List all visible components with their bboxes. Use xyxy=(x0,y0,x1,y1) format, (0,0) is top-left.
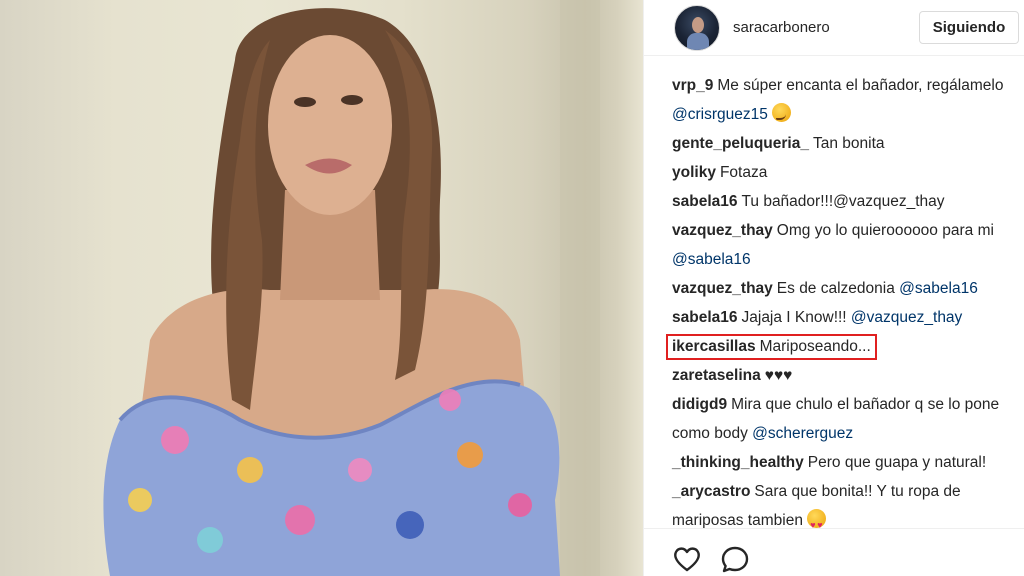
comment-user[interactable]: didigd9 xyxy=(672,396,727,413)
comment: yoliky Fotaza xyxy=(672,158,1017,187)
heart-outline-icon[interactable] xyxy=(672,544,702,574)
comment: sabela16 Tu bañador!!!@vazquez_thay xyxy=(672,187,1017,216)
comment-user[interactable]: _thinking_healthy xyxy=(672,454,804,471)
comment-text: Tan bonita xyxy=(812,135,885,152)
comment-user[interactable]: zaretaselina xyxy=(672,367,761,384)
comment: zaretaselina ♥♥♥ xyxy=(672,361,1017,390)
following-button[interactable]: Siguiendo xyxy=(919,11,1019,44)
comment: vazquez_thay Es de calzedonia @sabela16 xyxy=(672,274,1017,303)
smirk-emoji-icon xyxy=(772,103,792,122)
comment-text: Fotaza xyxy=(719,164,768,181)
comment-user[interactable]: vazquez_thay xyxy=(672,222,773,239)
username[interactable]: saracarbonero xyxy=(733,19,830,36)
action-bar xyxy=(644,528,1024,576)
comment-text: Me súper encanta el bañador, regálamelo xyxy=(717,77,1004,94)
comment-highlighted: ikercasillas Mariposeando... xyxy=(666,332,1017,361)
comment-user[interactable]: gente_peluqueria_ xyxy=(672,135,809,152)
comment-mention[interactable]: @crisrguez15 xyxy=(672,106,768,123)
comment: vazquez_thay Omg yo lo quieroooooo para m… xyxy=(672,216,1017,274)
comment-user[interactable]: vrp_9 xyxy=(672,77,713,94)
comment-user[interactable]: _arycastro xyxy=(672,483,750,500)
comment-mention[interactable]: @sabela16 xyxy=(672,251,751,268)
comment-user[interactable]: ikercasillas xyxy=(672,338,756,355)
comment-list: vrp_9 Me súper encanta el bañador, regála… xyxy=(666,71,1017,540)
highlight-box: ikercasillas Mariposeando... xyxy=(666,334,877,360)
comment-user[interactable]: yoliky xyxy=(672,164,716,181)
comment-text: Omg yo lo quieroooooo para mi xyxy=(776,222,994,239)
comment-mention[interactable]: @vazquez_thay xyxy=(851,309,962,326)
comment-user[interactable]: vazquez_thay xyxy=(672,280,773,297)
comment-text: Pero que guapa y natural! xyxy=(807,454,987,471)
heart-eyes-emoji-icon xyxy=(807,509,827,540)
comment-text: Mariposeando... xyxy=(759,338,871,355)
comment-user[interactable]: sabela16 xyxy=(672,309,738,326)
comment-user[interactable]: sabela16 xyxy=(672,193,738,210)
speech-bubble-icon[interactable] xyxy=(720,544,750,574)
comment: didigd9 Mira que chulo el bañador q se lo… xyxy=(672,390,1017,448)
comments-panel: saracarbonero Siguiendo vrp_9 Me súper en… xyxy=(643,0,1024,576)
comment: _thinking_healthy Pero que guapa y natura… xyxy=(672,448,1017,477)
post-photo xyxy=(0,0,643,576)
comment: gente_peluqueria_ Tan bonita xyxy=(672,129,1017,158)
comment: vrp_9 Me súper encanta el bañador, regála… xyxy=(672,71,1017,129)
comment-text: Jajaja I Know!!! xyxy=(741,309,847,326)
comment-mention[interactable]: @sabela16 xyxy=(899,280,978,297)
comment: sabela16 Jajaja I Know!!! @vazquez_thay xyxy=(672,303,1017,332)
avatar[interactable] xyxy=(674,5,720,51)
comment-text: Es de calzedonia xyxy=(776,280,895,297)
photo-illustration xyxy=(103,0,600,576)
comment-text: Tu bañador!!!@vazquez_thay xyxy=(741,193,945,210)
comment-mention[interactable]: @schererguez xyxy=(752,425,853,442)
comment: _arycastro Sara que bonita!! Y tu ropa de… xyxy=(672,477,1017,540)
post-header: saracarbonero Siguiendo xyxy=(644,0,1024,56)
comment-text: ♥♥♥ xyxy=(764,367,793,384)
